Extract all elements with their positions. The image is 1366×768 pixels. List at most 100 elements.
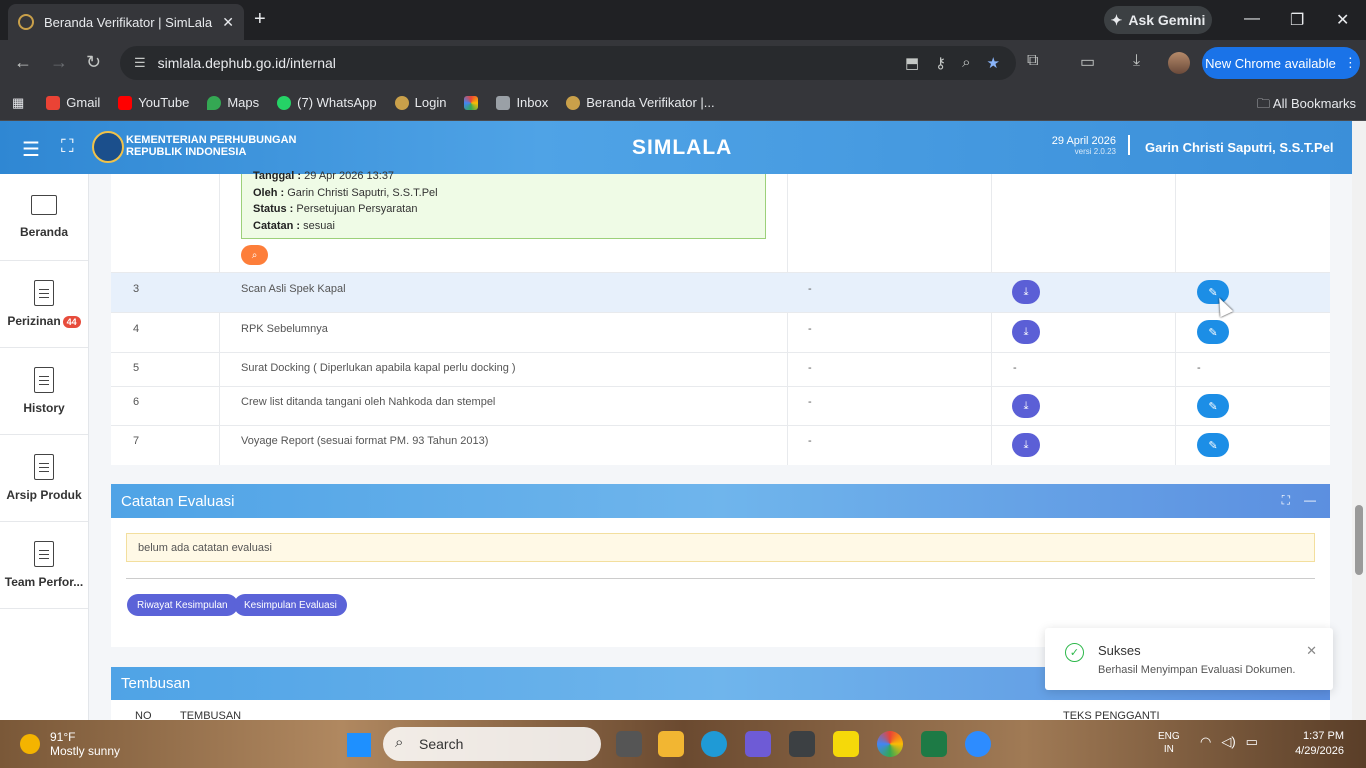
all-bookmarks-button[interactable]: 🗀 All Bookmarks [1257, 95, 1356, 117]
edit-button[interactable]: ✎ [1197, 433, 1229, 457]
new-tab-button[interactable]: + [254, 8, 266, 31]
search-button[interactable]: ⌕ [241, 245, 268, 265]
copilot-icon[interactable] [745, 731, 771, 757]
profile-avatar[interactable] [1168, 52, 1190, 74]
bookmark-whatsapp[interactable]: (7) WhatsApp [277, 95, 377, 110]
collapse-card-icon[interactable]: — [1304, 493, 1316, 508]
sidebar-item-label: History [23, 401, 65, 415]
download-button[interactable]: ⤓ [1012, 320, 1040, 344]
battery-icon[interactable]: ▭ [1246, 734, 1258, 750]
edit-icon: ✎ [1208, 400, 1218, 413]
sidebar-item-team-performance[interactable]: Team Perfor... [0, 522, 88, 609]
zoom-app-icon[interactable] [965, 731, 991, 757]
excel-icon[interactable] [921, 731, 947, 757]
bookmark-beranda[interactable]: Beranda Verifikator |... [566, 95, 715, 110]
windows-start-icon[interactable] [347, 733, 371, 757]
header-divider [1128, 135, 1130, 155]
download-button[interactable]: ⤓ [1012, 280, 1040, 304]
taskbar-search[interactable]: ⌕ Search [383, 727, 601, 761]
document-name: Voyage Report (sesuai format PM. 93 Tahu… [241, 435, 489, 447]
fullscreen-icon[interactable]: ⛶ [61, 136, 74, 157]
maximize-icon[interactable]: ❐ [1290, 10, 1304, 30]
forward-icon[interactable]: → [50, 52, 68, 73]
back-icon[interactable]: ← [14, 52, 32, 73]
hamburger-menu-icon[interactable]: ☰ [22, 137, 40, 162]
download-button[interactable]: ⤓ [1012, 394, 1040, 418]
bookmark-star-icon[interactable]: ★ [987, 54, 1000, 72]
bookmark-youtube[interactable]: YouTube [118, 95, 189, 110]
reading-mode-icon[interactable]: ▭ [1080, 52, 1095, 72]
more-menu-icon[interactable]: ⋮ [1344, 55, 1357, 71]
document-name: RPK Sebelumnya [241, 323, 328, 335]
downloads-icon[interactable]: ⤓ [1133, 52, 1140, 70]
bookmark-gmail[interactable]: Gmail [46, 95, 100, 110]
oleh-label: Oleh : [253, 186, 285, 199]
extensions-icon[interactable]: ⧉ [1027, 52, 1038, 70]
sidebar-item-history[interactable]: History [0, 348, 88, 435]
sidebar-item-beranda[interactable]: Beranda [0, 174, 88, 261]
ask-gemini-label: Ask Gemini [1128, 12, 1206, 28]
edit-button[interactable]: ✎ [1197, 394, 1229, 418]
maximize-card-icon[interactable]: ⛶ [1282, 493, 1290, 508]
wifi-icon[interactable]: ◠ [1200, 734, 1211, 750]
empty-notes-notice: belum ada catatan evaluasi [126, 533, 1315, 562]
bookmark-inbox[interactable]: Inbox [496, 95, 548, 110]
column-header-teks-pengganti: TEKS PENGGANTI [1063, 710, 1160, 720]
sticky-notes-icon[interactable] [833, 731, 859, 757]
language-indicator[interactable]: ENG IN [1158, 730, 1180, 756]
lang-secondary: IN [1163, 744, 1174, 755]
sidebar-item-arsip-produk[interactable]: Arsip Produk [0, 435, 88, 522]
windows-taskbar: 91°F Mostly sunny ⌕ Search ENG IN ◠ ◁) ▭… [0, 720, 1366, 768]
app-title: SIMLALA [632, 136, 733, 159]
minimize-icon[interactable]: — [1244, 10, 1260, 28]
folder-icon: 🗀 [1257, 96, 1271, 111]
edit-button[interactable]: ✎ [1197, 320, 1229, 344]
new-chrome-available-button[interactable]: New Chrome available ⋮ [1202, 47, 1360, 79]
row-number: 3 [133, 283, 140, 295]
system-tray: ◠ ◁) ▭ [1200, 734, 1258, 750]
lang-primary: ENG [1158, 731, 1180, 742]
file-explorer-icon[interactable] [658, 731, 684, 757]
close-icon[interactable]: ✕ [1306, 643, 1317, 659]
bookmark-login[interactable]: Login [394, 95, 446, 110]
browser-tab[interactable]: Beranda Verifikator | SimLala ✕ [8, 4, 244, 40]
zoom-icon[interactable]: ⌕ [962, 54, 970, 72]
column-header-no: NO [135, 710, 152, 720]
sidebar-item-perizinan[interactable]: Perizinan 44 [0, 261, 88, 348]
page-scrollbar[interactable] [1352, 121, 1366, 720]
scrollbar-thumb[interactable] [1355, 505, 1363, 575]
bookmark-photos[interactable] [464, 95, 479, 110]
download-icon: ⤓ [1023, 285, 1029, 298]
toast-title: Sukses [1098, 643, 1141, 658]
ask-gemini-button[interactable]: ✦ Ask Gemini [1104, 6, 1212, 34]
task-view-icon[interactable] [616, 731, 642, 757]
close-window-icon[interactable]: ✕ [1336, 10, 1349, 30]
clock[interactable]: 1:37 PM 4/29/2026 [1295, 729, 1344, 759]
reload-icon[interactable]: ↻ [86, 52, 101, 73]
search-label: Search [419, 736, 464, 752]
apps-grid-icon[interactable]: ▦ [12, 95, 24, 111]
address-bar[interactable]: ☰ simlala.dephub.go.id/internal ⬒ ⚷ ⌕ ★ [120, 46, 1016, 80]
bookmark-label: YouTube [138, 95, 190, 110]
download-icon: ⤓ [1023, 438, 1029, 451]
kemenhub-logo [92, 131, 124, 163]
weather-widget[interactable]: 91°F Mostly sunny [20, 730, 120, 758]
catatan-label: Catatan : [253, 219, 301, 232]
evaluation-notes-card: Catatan Evaluasi ⛶ — belum ada catatan e… [111, 484, 1330, 647]
chrome-icon[interactable] [877, 731, 903, 757]
tab-close-icon[interactable]: ✕ [222, 14, 234, 31]
kesimpulan-evaluasi-button[interactable]: Kesimpulan Evaluasi [234, 594, 347, 616]
volume-icon[interactable]: ◁) [1221, 734, 1235, 750]
download-button[interactable]: ⤓ [1012, 433, 1040, 457]
login-icon [566, 95, 581, 110]
install-app-icon[interactable]: ⬒ [905, 54, 919, 72]
edge-icon[interactable] [701, 731, 727, 757]
org-line2: REPUBLIK INDONESIA [126, 146, 247, 158]
check-circle-icon: ✓ [1065, 643, 1084, 662]
riwayat-kesimpulan-button[interactable]: Riwayat Kesimpulan [127, 594, 238, 616]
password-key-icon[interactable]: ⚷ [935, 54, 946, 72]
site-info-icon[interactable]: ☰ [134, 55, 146, 71]
user-name[interactable]: Garin Christi Saputri, S.S.T.Pel [1145, 140, 1334, 155]
camera-icon[interactable] [789, 731, 815, 757]
bookmark-maps[interactable]: Maps [207, 95, 259, 110]
